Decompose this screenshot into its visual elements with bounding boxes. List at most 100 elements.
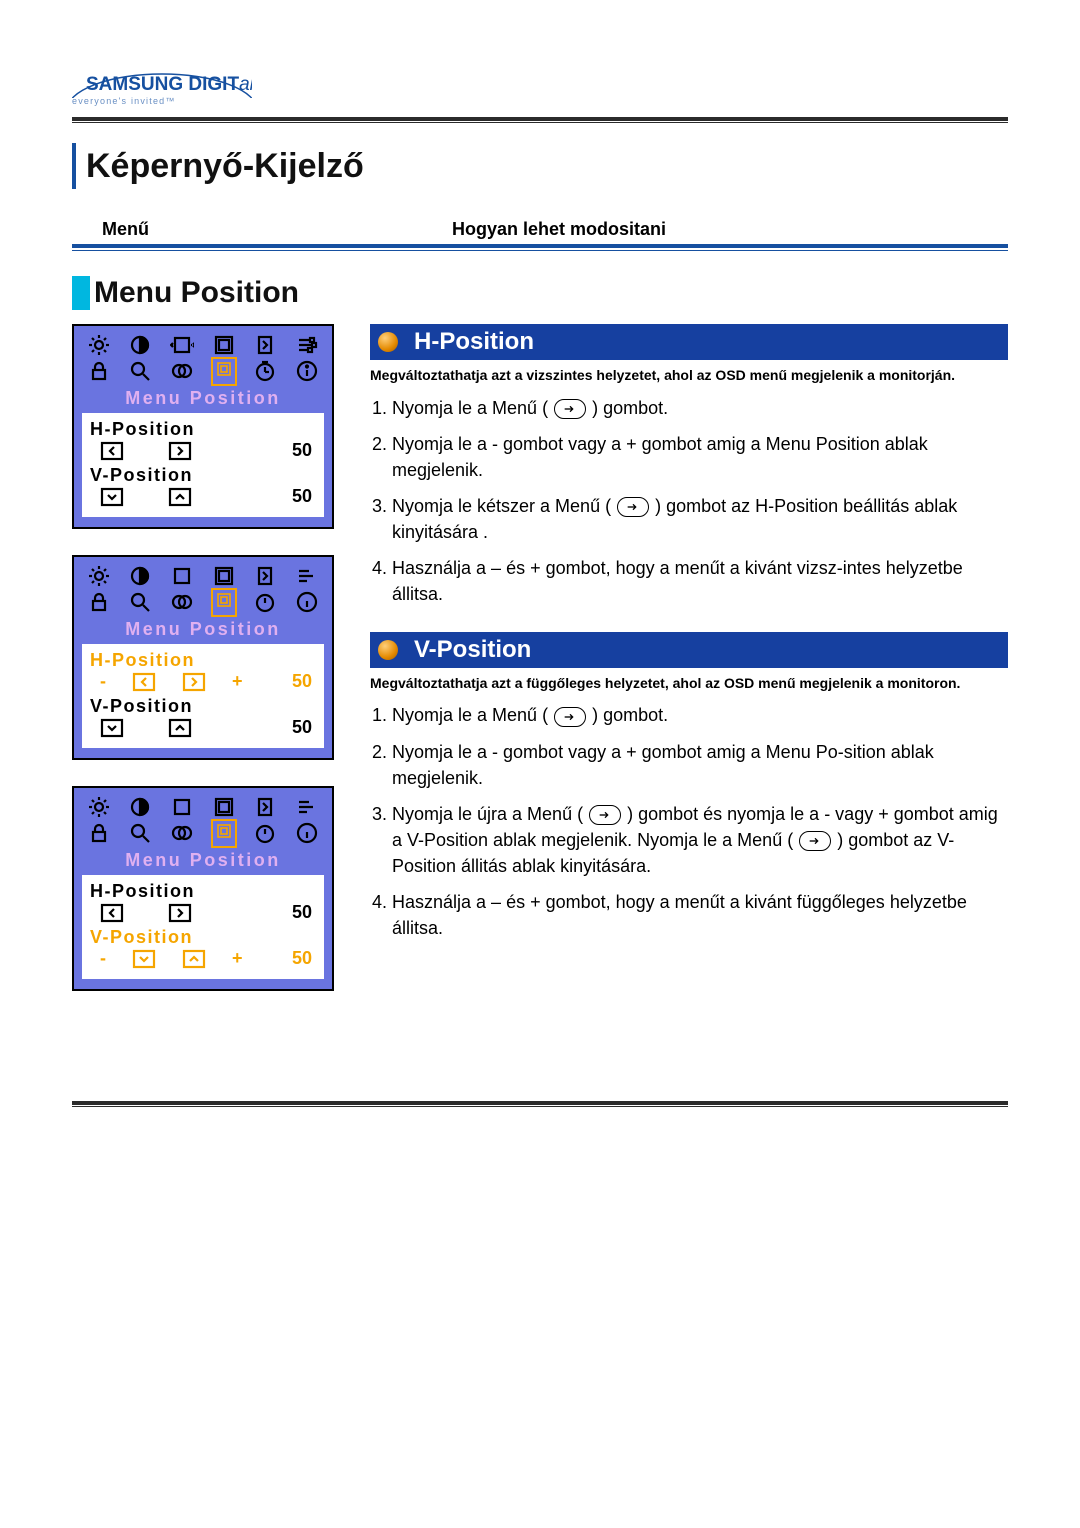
osd-vpos-label: V-Position (90, 465, 316, 486)
step-2: Nyomja le a - gombot vagy a + gombot ami… (392, 431, 1008, 483)
col-header-howto: Hogyan lehet modositani (452, 219, 996, 240)
osd-hpos-label: H-Position (90, 650, 316, 671)
section-bar-icon (72, 276, 90, 310)
arrow-up-box-icon (182, 949, 206, 969)
step-3: Nyomja le újra a Menű ( ) gombot és nyom… (392, 801, 1008, 879)
osd-title: Menu Position (78, 846, 328, 873)
vposition-heading-text: V-Position (414, 636, 531, 663)
plus-icon: + (232, 948, 243, 969)
step-3: Nyomja le kétszer a Menű ( ) gombot az H… (392, 493, 1008, 545)
contrast-icon (128, 796, 152, 818)
arrow-down-box-icon (100, 718, 124, 738)
menu-button-icon (799, 831, 831, 851)
adjust-icon (295, 796, 319, 818)
step-text: ) gombot. (592, 705, 668, 725)
info-icon (295, 822, 319, 844)
arrow-right-box-icon (182, 672, 206, 692)
contrast-icon (128, 334, 152, 356)
step-text: Nyomja le újra a Menű ( (392, 804, 588, 824)
section-title: Menu Position (94, 276, 299, 310)
osd-hpos-value: 50 (292, 671, 312, 692)
hposition-heading-text: H-Position (414, 328, 534, 355)
osd-title: Menu Position (78, 384, 328, 411)
osd-panel-1: Menu Position H-Position 50 V-Position (72, 324, 334, 529)
menu-button-icon (554, 707, 586, 727)
osd-vpos-value: 50 (292, 486, 312, 507)
arrow-right-box-icon (168, 903, 192, 923)
hsize-icon (170, 796, 194, 818)
adjust-icon (295, 565, 319, 587)
step-text: Nyomja le kétszer a Menű ( (392, 496, 616, 516)
minus-icon: - (100, 948, 106, 969)
step-1: Nyomja le a Menű ( ) gombot. (392, 702, 1008, 728)
hposition-heading: H-Position (370, 324, 1008, 360)
menu-button-icon (554, 399, 586, 419)
bottom-rule (72, 1101, 1008, 1107)
arrow-left-box-icon (132, 672, 156, 692)
bullet-icon (378, 640, 398, 660)
step-4: Használja a – és + gombot, hogy a menűt … (392, 889, 1008, 941)
zoom-icon (128, 360, 152, 382)
info-icon (295, 360, 319, 382)
plus-icon: + (232, 671, 243, 692)
osd-hpos-value: 50 (292, 440, 312, 461)
osd-title: Menu Position (78, 615, 328, 642)
brightness-icon (87, 565, 111, 587)
lock-icon (87, 360, 111, 382)
arrow-down-box-icon (132, 949, 156, 969)
svg-text:SAMSUNG DIGITall: SAMSUNG DIGITall (86, 74, 252, 95)
info-icon (295, 591, 319, 613)
color-icon (170, 822, 194, 844)
lock-icon (87, 822, 111, 844)
osd-panel-2: Menu Position H-Position - + 50 V-Positi… (72, 555, 334, 760)
lock-icon (87, 591, 111, 613)
brand-logo: SAMSUNG DIGITall everyone's invited™ (72, 70, 1008, 109)
osd-vpos-value: 50 (292, 948, 312, 969)
vposition-steps: Nyomja le a Menű ( ) gombot. Nyomja le a… (370, 702, 1008, 941)
reset-icon (253, 334, 277, 356)
step-2: Nyomja le a - gombot vagy a + gombot ami… (392, 739, 1008, 791)
arrow-right-box-icon (168, 441, 192, 461)
reset-icon (253, 796, 277, 818)
contrast-icon (128, 565, 152, 587)
title-bar-icon (72, 143, 76, 189)
menu-button-icon (617, 497, 649, 517)
imagepos-icon (212, 334, 236, 356)
menupos-icon (212, 591, 236, 613)
osd-vpos-label: V-Position (90, 927, 316, 948)
osd-vpos-value: 50 (292, 717, 312, 738)
page-title: Képernyő-Kijelző (86, 147, 364, 186)
osd-panel-3: Menu Position H-Position 50 V-Position - (72, 786, 334, 991)
arrow-up-box-icon (168, 718, 192, 738)
color-icon (170, 360, 194, 382)
imagepos-icon (212, 565, 236, 587)
reset-icon (253, 565, 277, 587)
step-text: ) gombot. (592, 398, 668, 418)
step-4: Használja a – és + gombot, hogy a menűt … (392, 555, 1008, 607)
osd-hpos-label: H-Position (90, 881, 316, 902)
adjust-icon (295, 334, 319, 356)
arrow-left-box-icon (100, 441, 124, 461)
color-icon (170, 591, 194, 613)
brightness-icon (87, 334, 111, 356)
arrow-down-box-icon (100, 487, 124, 507)
vposition-desc: Megváltoztathatja azt a függőleges helyz… (370, 674, 1008, 693)
zoom-icon (128, 591, 152, 613)
menupos-icon (212, 360, 236, 382)
step-text: Nyomja le a Menű ( (392, 398, 553, 418)
hposition-steps: Nyomja le a Menű ( ) gombot. Nyomja le a… (370, 395, 1008, 608)
osd-vpos-label: V-Position (90, 696, 316, 717)
zoom-icon (128, 822, 152, 844)
bullet-icon (378, 332, 398, 352)
column-headers: Menű Hogyan lehet modositani (72, 219, 1008, 248)
osd-hpos-value: 50 (292, 902, 312, 923)
vposition-section: V-Position Megváltoztathatja azt a függő… (370, 632, 1008, 942)
menupos-icon (212, 822, 236, 844)
col-header-menu: Menű (102, 219, 402, 240)
arrow-up-box-icon (168, 487, 192, 507)
timer-icon (253, 822, 277, 844)
timer-icon (253, 360, 277, 382)
top-rule (72, 117, 1008, 123)
minus-icon: - (100, 671, 106, 692)
hsize-icon (170, 334, 194, 356)
